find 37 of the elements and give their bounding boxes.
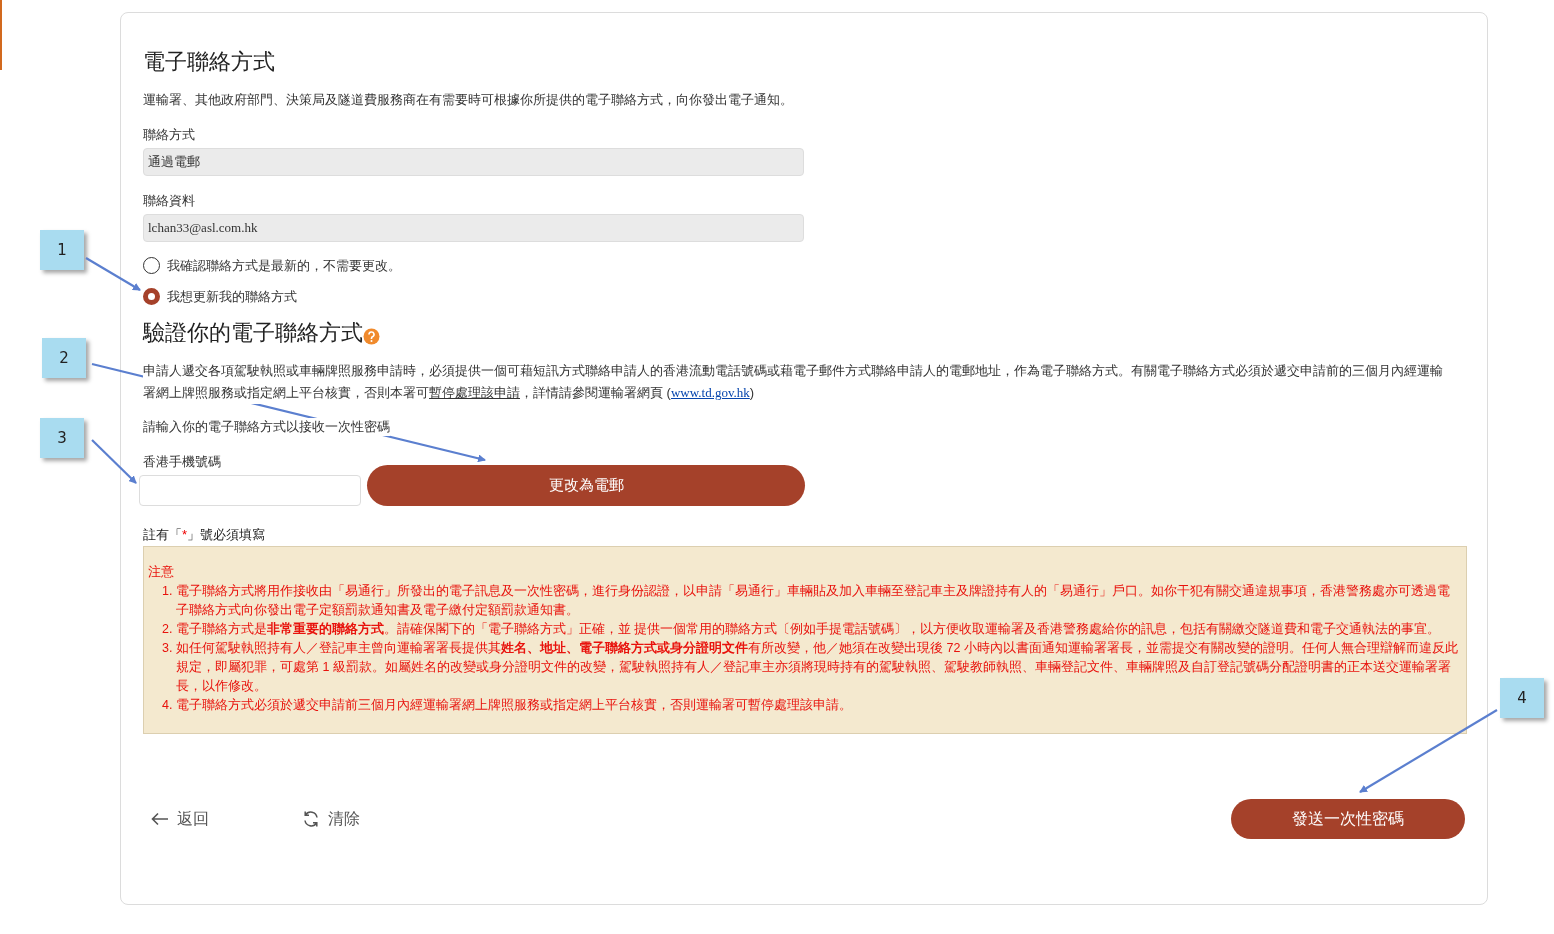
callout-label: 4: [1500, 678, 1544, 718]
description-text: 運輸署、其他政府部門、決策局及隧道費服務商在有需要時可根據你所提供的電子聯絡方式，向你發出電子通知。: [143, 91, 794, 109]
callout-label: 2: [42, 338, 86, 378]
phone-input[interactable]: [139, 475, 361, 506]
side-accent: [0, 0, 2, 70]
list-number: 2.: [162, 621, 174, 638]
callout-label: 1: [40, 230, 84, 270]
section-title: 電子聯絡方式: [143, 48, 276, 76]
back-arrow-icon: [151, 812, 169, 826]
web-link[interactable]: www.td.gov.hk: [670, 385, 750, 400]
field-label: 聯絡方式: [143, 126, 196, 144]
send-otp-button[interactable]: 發送一次性密碼: [1231, 799, 1465, 839]
back-button[interactable]: 返回: [151, 807, 209, 831]
field-label: 聯絡資料: [143, 192, 196, 210]
notice-text: 電子聯絡方式是非常重要的聯絡方式。請確保閣下的「電子聯絡方式」正確，並 提供一個常用的聯絡方式〔例如手提電話號碼〕，以方便收取運輸署及香港警務處給你的訊息，包括有關繳交隧道費和電子交通執法的事宜。: [176, 620, 1441, 638]
required-note: 註有「*」號必須填寫: [143, 526, 267, 544]
callout-arrow: [85, 257, 141, 291]
prompt-text: 請輸入你的電子聯絡方式以接收一次性密碼: [143, 418, 390, 436]
list-number: 4.: [162, 697, 174, 714]
list-number: 1.: [162, 583, 174, 600]
radio-button[interactable]: [143, 287, 160, 305]
input-field[interactable]: 通過電郵: [143, 148, 804, 176]
clear-button[interactable]: 清除: [302, 807, 360, 831]
notice-text: 電子聯絡方式必須於遞交申請前三個月內經運輸署網上牌照服務或指定網上平台核實，否則運輸署可暫停處理該申請。: [176, 697, 852, 714]
field-label: 香港手機號碼: [143, 453, 222, 471]
change-to-email-button[interactable]: 更改為電郵: [367, 465, 805, 506]
refresh-icon: [302, 810, 320, 828]
option-label[interactable]: 我想更新我的聯絡方式: [167, 286, 297, 306]
notice-text: 電子聯絡方式將用作接收由「易通行」所發出的電子訊息及一次性密碼，進行身份認證，以申請「易通行」車輛貼及加入車輛至登記車主及牌證持有人的「易通行」戶口。如你干犯有關交通違規事項，香港警務處亦可透過電子聯絡方式向你發出電子定額罰款通知書及電子繳付定額罰款通知書。: [176, 583, 1451, 619]
section-title: 驗證你的電子聯絡方式: [143, 319, 363, 347]
radio-button[interactable]: [143, 257, 160, 275]
notice-title: 注意: [148, 564, 175, 581]
callout-label: 3: [40, 418, 84, 458]
list-number: 3.: [162, 640, 174, 657]
option-label[interactable]: 我確認聯絡方式是最新的，不需要更改。: [167, 256, 401, 276]
notice-text: 如任何駕駛執照持有人／登記車主曾向運輸署署長提供其姓名、地址、電子聯絡方式或身分證明文件有所改變，他／她須在改變出現後 72 小時內以書面通知運輸署署長，並需提交有關改變的證明。任何人無合理辯解而違反此規定，即屬犯罪，可處第 1 級罰款。如屬姓名的改變或身分證明文件的改變，駕駛執照持有人／登記車主亦須將現時持有的駕駛執照、駕駛教師執照、車輛登記文件、車輛牌照及自訂登記號碼分配證明書的正本送交運輸署署長，以作修改。: [176, 639, 1459, 695]
input-field[interactable]: lchan33@asl.com.hk: [143, 214, 804, 242]
